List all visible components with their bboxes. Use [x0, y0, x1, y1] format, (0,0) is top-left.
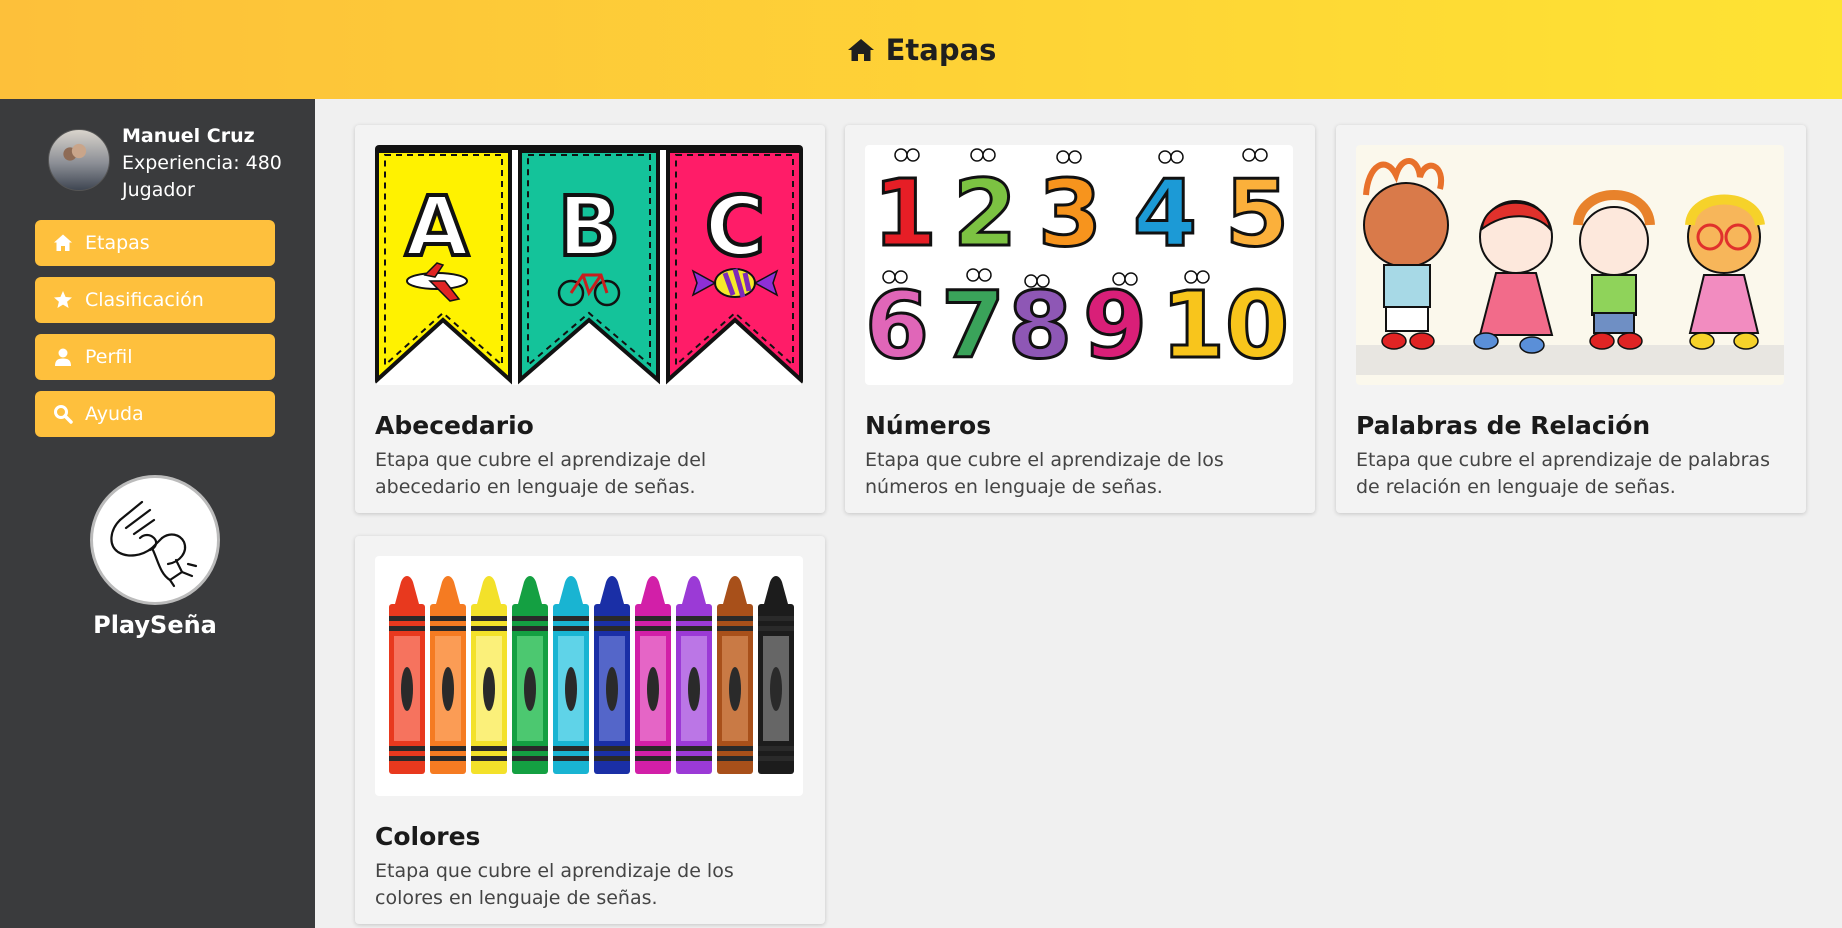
crayon	[758, 576, 794, 774]
crayon	[717, 576, 753, 774]
sidebar-item-etapas[interactable]: Etapas	[35, 220, 275, 266]
crayon	[594, 576, 630, 774]
crayon	[430, 576, 466, 774]
stage-card-abecedario[interactable]: A B C Abecedario Etapa que cubre el apre…	[355, 125, 825, 513]
crayon	[635, 576, 671, 774]
sidebar-item-ayuda[interactable]: Ayuda	[35, 391, 275, 437]
numeral: 3	[1038, 160, 1102, 267]
stage-description: Etapa que cubre el aprendizaje del abece…	[375, 449, 707, 498]
brand-name: PlaySeña	[93, 611, 217, 639]
banner-letter: B	[558, 180, 621, 275]
crayons-image	[375, 556, 803, 796]
sidebar: Manuel Cruz Experiencia: 480 Jugador Eta…	[0, 99, 315, 928]
stage-description: Etapa que cubre el aprendizaje de palabr…	[1356, 449, 1770, 498]
sidebar-item-label: Clasificación	[85, 289, 204, 311]
crayon	[512, 576, 548, 774]
crayon	[676, 576, 712, 774]
sidebar-item-label: Perfil	[85, 346, 133, 368]
banner-letter: C	[705, 180, 765, 275]
sidebar-item-label: Etapas	[85, 232, 150, 254]
sidebar-nav: Etapas Clasificación Perfil Ayuda	[35, 220, 275, 448]
sidebar-item-label: Ayuda	[85, 403, 144, 425]
page-title: Etapas	[885, 32, 997, 67]
home-icon	[54, 234, 72, 251]
numeral: 9	[1083, 272, 1147, 379]
avatar[interactable]	[48, 129, 110, 191]
stage-title: Abecedario	[375, 411, 534, 440]
numeral: 8	[1008, 272, 1072, 379]
user-icon	[55, 348, 71, 366]
stage-card-palabras-de-relacion[interactable]: Palabras de Relación Etapa que cubre el …	[1336, 125, 1806, 513]
stage-card-numeros[interactable]: 1 2 3 4 5 6 7 8 9 10 Números Etapa que c…	[845, 125, 1315, 513]
stage-card-colores[interactable]: Colores Etapa que cubre el aprendizaje d…	[355, 536, 825, 924]
user-role: Jugador	[122, 179, 195, 201]
crayon	[553, 576, 589, 774]
numeral: 7	[941, 272, 1005, 379]
numeral: 4	[1133, 160, 1197, 267]
numeral: 10	[1161, 272, 1289, 379]
stage-title: Palabras de Relación	[1356, 411, 1651, 440]
crayon	[471, 576, 507, 774]
user-experience: Experiencia: 480	[122, 152, 282, 174]
user-profile: Manuel Cruz Experiencia: 480 Jugador	[48, 123, 282, 204]
numeral: 2	[953, 160, 1017, 267]
brand: PlaySeña	[0, 475, 310, 639]
numeral: 1	[873, 160, 937, 267]
sidebar-item-clasificacion[interactable]: Clasificación	[35, 277, 275, 323]
numeral: 5	[1225, 160, 1289, 267]
stage-description: Etapa que cubre el aprendizaje de los nú…	[865, 449, 1224, 498]
star-icon	[54, 291, 72, 308]
stage-title: Colores	[375, 822, 481, 851]
abc-banner-image: A B C	[375, 145, 803, 385]
user-name: Manuel Cruz	[122, 125, 255, 147]
sign-hands-icon	[110, 500, 198, 588]
stage-description: Etapa que cubre el aprendizaje de los co…	[375, 860, 734, 909]
stage-title: Números	[865, 411, 992, 440]
banner-letter: A	[405, 180, 469, 275]
search-icon	[54, 405, 73, 424]
crayon	[389, 576, 425, 774]
brand-logo[interactable]	[90, 475, 220, 605]
numbers-image: 1 2 3 4 5 6 7 8 9 10	[865, 145, 1293, 385]
sidebar-item-perfil[interactable]: Perfil	[35, 334, 275, 380]
kids-holding-hands-image	[1356, 145, 1784, 385]
home-icon	[847, 38, 874, 61]
header-bar: Etapas	[0, 0, 1842, 99]
numeral: 6	[865, 272, 929, 379]
